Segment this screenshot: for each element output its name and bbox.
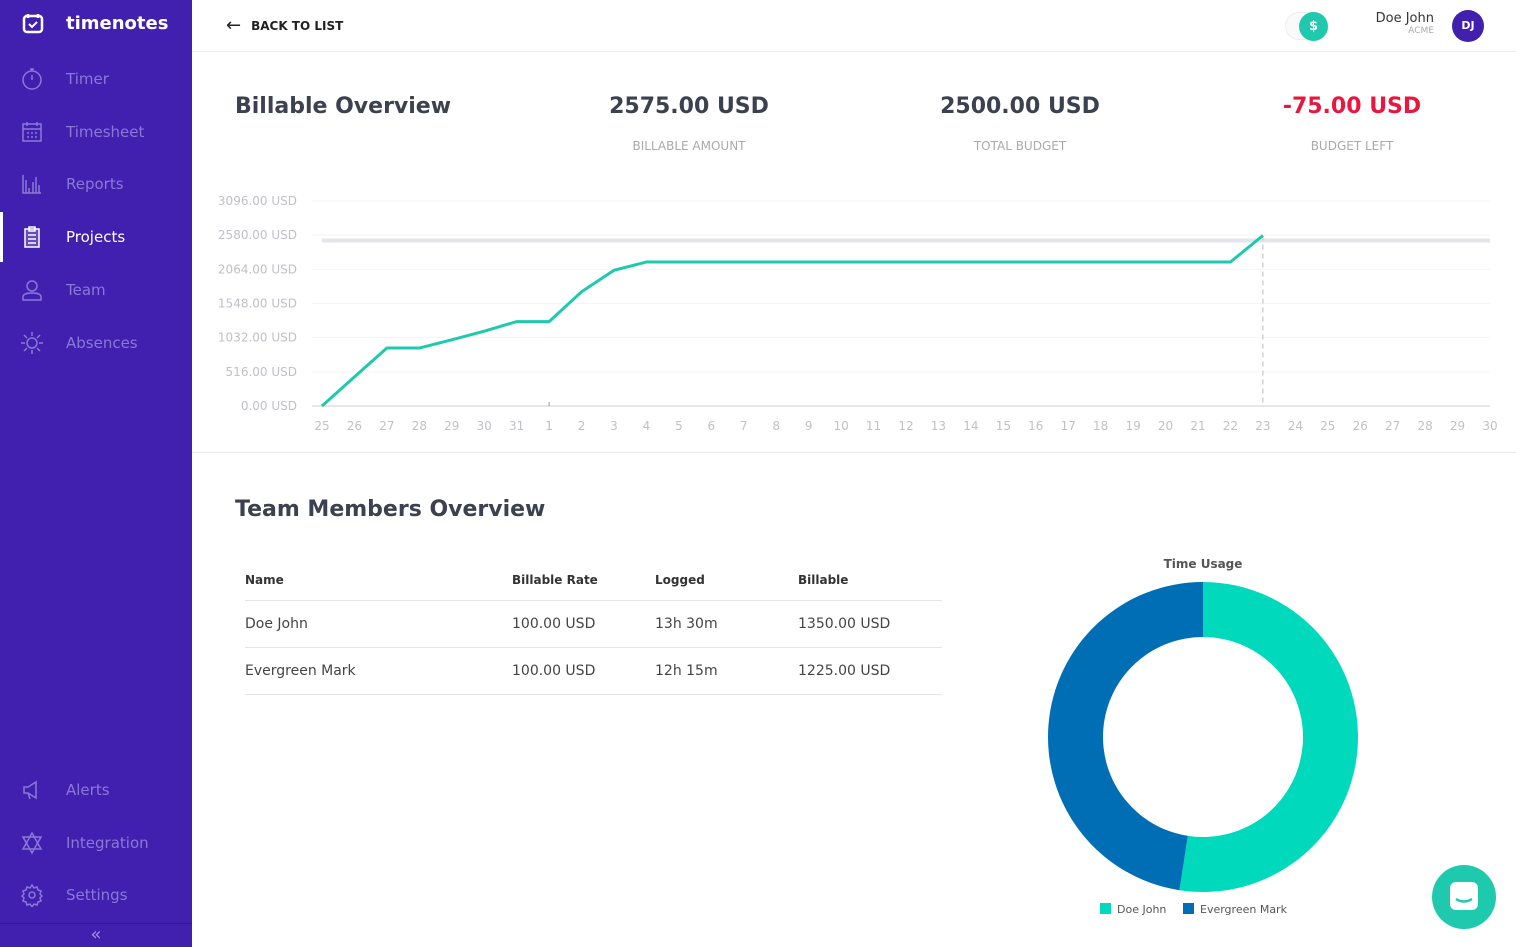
x-tick-label: 30 [1482, 419, 1497, 433]
team-table: Name Billable Rate Logged Billable Doe J… [245, 560, 942, 695]
x-tick-label: 19 [1125, 419, 1140, 433]
sidebar-item-label: Integration [66, 833, 149, 852]
chat-icon [1450, 882, 1478, 910]
y-tick-label: 3096.00 USD [218, 194, 297, 208]
x-tick-label: 11 [866, 419, 881, 433]
x-tick-label: 23 [1255, 419, 1270, 433]
x-tick-label: 25 [1320, 419, 1335, 433]
x-tick-label: 29 [1450, 419, 1465, 433]
table-row[interactable]: Evergreen Mark 100.00 USD 12h 15m 1225.00 U… [245, 647, 942, 695]
megaphone-icon [23, 780, 37, 800]
x-tick-label: 2 [578, 419, 586, 433]
x-tick-label: 30 [477, 419, 492, 433]
x-tick-label: 16 [1028, 419, 1043, 433]
cell: 100.00 USD [512, 647, 655, 695]
section-divider [192, 452, 1516, 453]
x-tick-label: 14 [963, 419, 978, 433]
x-tick-label: 26 [347, 419, 362, 433]
cell: 1225.00 USD [798, 647, 942, 695]
x-tick-label: 21 [1190, 419, 1205, 433]
x-tick-label: 1 [545, 419, 553, 433]
column-header: Billable Rate [512, 560, 655, 601]
y-tick-label: 516.00 USD [226, 365, 297, 379]
x-tick-label: 13 [931, 419, 946, 433]
sidebar-item-alerts[interactable]: Alerts [0, 765, 192, 815]
x-tick-label: 6 [708, 419, 716, 433]
legend-swatch [1183, 903, 1194, 914]
cell: 100.00 USD [512, 600, 655, 648]
y-tick-label: 2064.00 USD [218, 262, 297, 276]
billable-line-chart: 0.00 USD 516.00 USD 1032.00 USD 1548.00 USD… [218, 194, 1498, 433]
x-tick-label: 15 [996, 419, 1011, 433]
cell: 1350.00 USD [798, 600, 942, 648]
pie-slice[interactable] [1048, 582, 1203, 891]
legend-swatch [1100, 903, 1111, 914]
x-tick-label: 22 [1223, 419, 1238, 433]
x-tick-label: 28 [1417, 419, 1432, 433]
y-tick-label: 0.00 USD [241, 399, 297, 413]
legend-label[interactable]: Doe John [1117, 903, 1166, 916]
table-row[interactable]: Doe John 100.00 USD 13h 30m 1350.00 USD [245, 600, 942, 648]
integration-icon [21, 831, 43, 855]
x-tick-label: 18 [1093, 419, 1108, 433]
x-tick-label: 31 [509, 419, 524, 433]
pie-title: Time Usage [1164, 557, 1243, 571]
sidebar-item-settings[interactable]: Settings [0, 870, 192, 920]
cell: 13h 30m [655, 600, 798, 648]
legend-label[interactable]: Evergreen Mark [1200, 903, 1288, 916]
x-tick-label: 20 [1158, 419, 1173, 433]
x-tick-label: 5 [675, 419, 683, 433]
x-tick-label: 24 [1288, 419, 1303, 433]
y-tick-label: 1548.00 USD [218, 297, 297, 311]
chat-button[interactable] [1432, 865, 1496, 929]
time-usage-donut-chart: Time Usage Doe John Evergreen Mark [1048, 557, 1359, 916]
column-header: Name [245, 560, 512, 601]
cell: Doe John [245, 600, 512, 648]
x-tick-label: 12 [898, 419, 913, 433]
collapse-sidebar-button[interactable]: « [0, 923, 192, 947]
cell: Evergreen Mark [245, 647, 512, 695]
y-tick-label: 1032.00 USD [218, 331, 297, 345]
x-tick-label: 8 [772, 419, 780, 433]
series-line [320, 234, 1264, 408]
x-tick-label: 4 [643, 419, 651, 433]
x-tick-label: 26 [1353, 419, 1368, 433]
cell: 12h 15m [655, 647, 798, 695]
x-tick-label: 25 [314, 419, 329, 433]
sidebar-item-integration[interactable]: Integration [0, 818, 192, 868]
team-overview-title: Team Members Overview [235, 497, 546, 522]
column-header: Logged [655, 560, 798, 601]
x-tick-label: 28 [412, 419, 427, 433]
x-tick-label: 7 [740, 419, 748, 433]
x-tick-label: 3 [610, 419, 618, 433]
x-tick-label: 10 [833, 419, 848, 433]
x-tick-label: 29 [444, 419, 459, 433]
pie-slice[interactable] [1179, 582, 1359, 892]
sidebar-item-label: Settings [66, 886, 128, 905]
x-tick-label: 17 [1061, 419, 1076, 433]
gear-icon [20, 884, 44, 908]
x-tick-label: 9 [805, 419, 813, 433]
y-tick-label: 2580.00 USD [218, 228, 297, 242]
sidebar-item-label: Alerts [66, 781, 110, 799]
x-tick-label: 27 [379, 419, 394, 433]
x-tick-label: 27 [1385, 419, 1400, 433]
column-header: Billable [798, 560, 942, 601]
